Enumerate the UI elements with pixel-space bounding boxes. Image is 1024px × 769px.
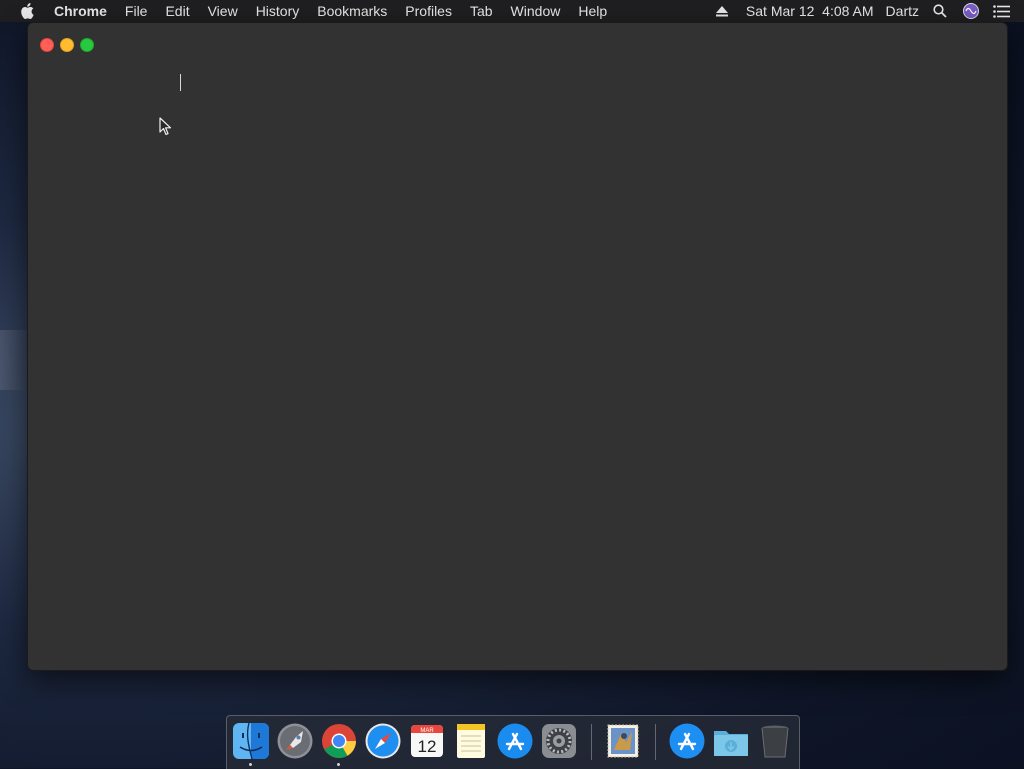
apple-menu-icon[interactable] <box>18 0 36 22</box>
app-menu-chrome[interactable]: Chrome <box>48 0 116 22</box>
applications-folder-icon[interactable] <box>668 722 706 760</box>
mail-stamp-icon[interactable] <box>604 722 642 760</box>
menu-tab[interactable]: Tab <box>461 0 502 22</box>
chrome-running-indicator <box>337 763 340 766</box>
text-caret <box>180 74 181 91</box>
dock: MAR 12 <box>226 715 800 769</box>
menu-history[interactable]: History <box>247 0 309 22</box>
window-close-button[interactable] <box>40 38 54 52</box>
dock-separator <box>655 724 656 760</box>
menu-edit[interactable]: Edit <box>156 0 198 22</box>
chrome-window[interactable] <box>28 23 1007 670</box>
trash-icon[interactable] <box>756 722 794 760</box>
notification-center-icon[interactable] <box>993 4 1010 18</box>
chrome-icon[interactable] <box>320 722 358 760</box>
status-area: Sat Mar 12 4:08 AM Dartz <box>715 0 1024 22</box>
system-preferences-icon[interactable] <box>540 722 578 760</box>
spotlight-search-icon[interactable] <box>933 4 947 18</box>
window-minimize-button[interactable] <box>60 38 74 52</box>
menu-help[interactable]: Help <box>569 0 616 22</box>
eject-icon[interactable] <box>715 5 728 17</box>
menu-file[interactable]: File <box>116 0 157 22</box>
menu-window[interactable]: Window <box>502 0 570 22</box>
safari-icon[interactable] <box>364 722 402 760</box>
calendar-icon[interactable]: MAR 12 <box>408 722 446 760</box>
siri-icon[interactable] <box>963 3 979 19</box>
user-name[interactable]: Dartz <box>886 3 919 19</box>
menu-view[interactable]: View <box>199 0 247 22</box>
finder-running-indicator <box>249 763 252 766</box>
downloads-folder-icon[interactable] <box>712 722 750 760</box>
dock-separator <box>591 724 592 760</box>
calendar-month-label: MAR <box>420 728 434 734</box>
menu-bar: Chrome File Edit View History Bookmarks … <box>0 0 1024 22</box>
notes-icon[interactable] <box>452 722 490 760</box>
window-zoom-button[interactable] <box>80 38 94 52</box>
menu-bookmarks[interactable]: Bookmarks <box>308 0 396 22</box>
menu-profiles[interactable]: Profiles <box>396 0 461 22</box>
calendar-day-label: 12 <box>418 737 437 756</box>
launchpad-icon[interactable] <box>276 722 314 760</box>
finder-icon[interactable] <box>232 722 270 760</box>
app-store-icon[interactable] <box>496 722 534 760</box>
clock[interactable]: Sat Mar 12 4:08 AM <box>746 3 874 19</box>
mouse-pointer-icon <box>159 117 172 136</box>
